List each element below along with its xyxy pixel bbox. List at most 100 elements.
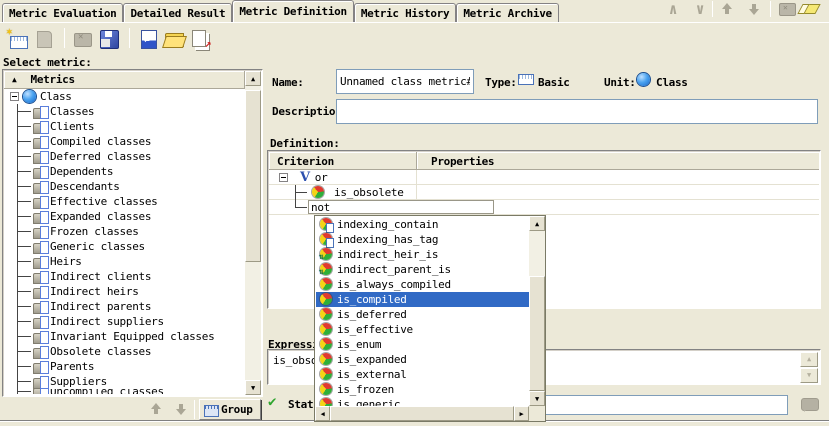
- tree-connector: [14, 269, 33, 284]
- metric-icon: [33, 346, 48, 358]
- criterion-label: is_obsolete: [334, 186, 404, 199]
- insert-and-icon[interactable]: ∧: [663, 0, 683, 18]
- tree-item[interactable]: Dependents: [4, 164, 229, 179]
- tree-item[interactable]: Indirect clients: [4, 269, 229, 284]
- scroll-up-icon[interactable]: ▲: [529, 216, 545, 231]
- tab-metric-definition[interactable]: Metric Definition: [232, 0, 353, 22]
- tab-metric-archive[interactable]: Metric Archive: [456, 3, 559, 22]
- tree-item[interactable]: Classes: [4, 104, 229, 119]
- move-criterion-up-icon[interactable]: [720, 2, 734, 16]
- dropdown-item[interactable]: is_external: [316, 367, 530, 382]
- tree-scrollbar[interactable]: ▲ ▼: [245, 71, 261, 395]
- tree-item-label: Uncompiled classes: [50, 389, 164, 394]
- metric-icon: [33, 151, 48, 163]
- tree-item[interactable]: Obsolete classes: [4, 344, 229, 359]
- criterion-icon: [312, 186, 325, 199]
- tree-connector: [14, 284, 33, 299]
- collapse-icon[interactable]: [279, 173, 288, 182]
- tree-item[interactable]: Deferred classes: [4, 149, 229, 164]
- metric-icon: [33, 226, 48, 238]
- tab-detailed-result[interactable]: Detailed Result: [123, 3, 232, 22]
- move-metric-down-icon[interactable]: [174, 402, 188, 416]
- tree-item[interactable]: Expanded classes: [4, 209, 229, 224]
- tree-item[interactable]: Indirect parents: [4, 299, 229, 314]
- scroll-down-icon[interactable]: ▼: [245, 380, 261, 395]
- tree-item-label: Frozen classes: [50, 225, 139, 238]
- delete-metric-icon[interactable]: [71, 27, 94, 50]
- tree-item-label: Generic classes: [50, 240, 145, 253]
- scrollbar-thumb[interactable]: [330, 406, 514, 421]
- dropdown-item[interactable]: indexing_contain: [316, 217, 530, 232]
- tree-item[interactable]: Indirect heirs: [4, 284, 229, 299]
- name-field[interactable]: [336, 69, 474, 94]
- delete-criterion-icon[interactable]: [777, 0, 797, 18]
- metric-icon: [33, 241, 48, 253]
- expression-scroll-down-icon[interactable]: ▼: [800, 368, 818, 383]
- scrollbar-thumb[interactable]: [245, 90, 261, 262]
- scroll-up-icon[interactable]: ▲: [245, 71, 261, 86]
- dropdown-horizontal-scrollbar[interactable]: ◀ ▶: [315, 406, 545, 421]
- erase-icon[interactable]: [799, 2, 819, 16]
- scroll-left-icon[interactable]: ◀: [315, 406, 330, 421]
- tree-item[interactable]: Generic classes: [4, 239, 229, 254]
- metric-icon: [33, 389, 48, 394]
- expression-scroll-up-icon[interactable]: ▲: [800, 352, 818, 367]
- duplicate-metric-icon[interactable]: [32, 27, 55, 50]
- dropdown-item[interactable]: is_compiled: [316, 292, 530, 307]
- criterion-row-or[interactable]: V or: [269, 170, 819, 185]
- save-metric-icon[interactable]: [97, 27, 120, 50]
- tree-item[interactable]: Class: [4, 89, 229, 104]
- properties-column-header[interactable]: Properties: [417, 152, 819, 169]
- tree-item[interactable]: Compiled classes: [4, 134, 229, 149]
- tree-item[interactable]: Heirs: [4, 254, 229, 269]
- tab-metric-evaluation[interactable]: Metric Evaluation: [2, 3, 123, 22]
- export-metrics-icon[interactable]: [188, 27, 211, 50]
- tree-item-label: Expanded classes: [50, 210, 151, 223]
- dropdown-item[interactable]: is_deferred: [316, 307, 530, 322]
- scroll-down-icon[interactable]: ▼: [529, 391, 545, 406]
- tree-item[interactable]: Uncompiled classes: [4, 389, 229, 394]
- move-metric-up-icon[interactable]: [149, 402, 163, 416]
- import-metrics-icon[interactable]: [136, 27, 159, 50]
- name-label: Name:: [272, 76, 304, 89]
- metrics-column-header[interactable]: ▲ Metrics: [4, 71, 245, 89]
- criterion-row-is-obsolete[interactable]: is_obsolete: [269, 185, 819, 200]
- open-metric-file-icon[interactable]: [162, 27, 185, 50]
- move-criterion-down-icon[interactable]: [747, 2, 761, 16]
- tab-metric-history[interactable]: Metric History: [354, 3, 457, 22]
- metric-tool-window: Metric EvaluationDetailed ResultMetric D…: [0, 0, 829, 426]
- dropdown-item[interactable]: indirect_parent_is: [316, 262, 530, 277]
- dropdown-item[interactable]: is_always_compiled: [316, 277, 530, 292]
- tree-item[interactable]: Effective classes: [4, 194, 229, 209]
- group-button[interactable]: Group: [199, 399, 261, 420]
- dropdown-item[interactable]: is_enum: [316, 337, 530, 352]
- metric-icon: [33, 196, 48, 208]
- new-metric-icon[interactable]: [6, 27, 29, 50]
- status-ok-icon: ✔: [268, 394, 276, 410]
- tree-item[interactable]: Suppliers: [4, 374, 229, 389]
- dropdown-item[interactable]: is_frozen: [316, 382, 530, 397]
- tree-item[interactable]: Clients: [4, 119, 229, 134]
- comment-icon[interactable]: [799, 397, 819, 414]
- dropdown-item[interactable]: indexing_has_tag: [316, 232, 530, 247]
- scrollbar-thumb[interactable]: [529, 276, 545, 391]
- description-field[interactable]: [336, 99, 818, 124]
- dropdown-item[interactable]: indirect_heir_is: [316, 247, 530, 262]
- metric-icon: [33, 316, 48, 328]
- criterion-editor-field[interactable]: [308, 200, 494, 214]
- dropdown-item[interactable]: is_expanded: [316, 352, 530, 367]
- insert-or-icon[interactable]: ∨: [690, 0, 710, 18]
- dropdown-vertical-scrollbar[interactable]: ▲ ▼: [529, 216, 545, 406]
- criterion-column-header[interactable]: Criterion: [269, 152, 417, 169]
- scroll-right-icon[interactable]: ▶: [514, 406, 529, 421]
- dropdown-item[interactable]: is_effective: [316, 322, 530, 337]
- dropdown-item-label: indexing_has_tag: [337, 233, 438, 246]
- tree-item[interactable]: Frozen classes: [4, 224, 229, 239]
- tree-item[interactable]: Indirect suppliers: [4, 314, 229, 329]
- tree-item[interactable]: Invariant Equipped classes: [4, 329, 229, 344]
- tree-item-label: Indirect parents: [50, 300, 151, 313]
- criterion-row-editing[interactable]: [269, 200, 819, 215]
- tree-item[interactable]: Parents: [4, 359, 229, 374]
- tree-item[interactable]: Descendants: [4, 179, 229, 194]
- tree-connector: [14, 344, 33, 359]
